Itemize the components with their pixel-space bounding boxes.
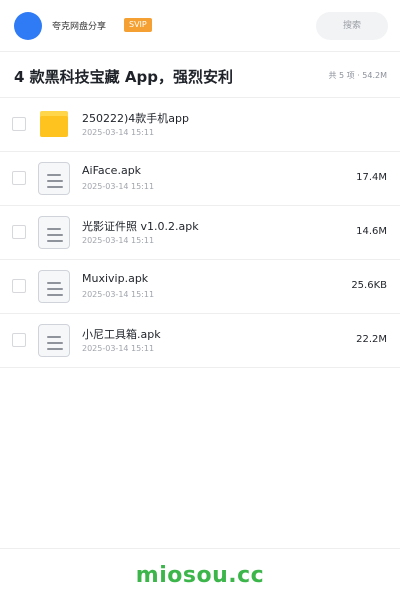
- file-size: 14.6M: [356, 226, 387, 237]
- footer: miosou.cc: [0, 548, 400, 600]
- file-date: 2025-03-14 15:11: [82, 128, 155, 137]
- file-size: 17.4M: [356, 172, 387, 183]
- file-name: 小尼工具箱.apk: [82, 328, 161, 341]
- page-title: 4 款黑科技宝藏 App，强烈安利: [14, 68, 233, 86]
- file-icon: [38, 216, 70, 249]
- file-size: 22.2M: [356, 334, 387, 345]
- list-item[interactable]: 250222)4款手机app 2025-03-14 15:11: [0, 98, 400, 152]
- list-item[interactable]: AiFace.apk 2025-03-14 15:11 17.4M: [0, 152, 400, 206]
- search-input[interactable]: 搜索: [316, 12, 388, 40]
- user-name: 夸克网盘分享: [52, 22, 107, 32]
- list-item[interactable]: 小尼工具箱.apk 2025-03-14 15:11 22.2M: [0, 314, 400, 368]
- file-name: 光影证件照 v1.0.2.apk: [82, 220, 199, 233]
- file-name: Muxivip.apk: [82, 272, 149, 285]
- avatar[interactable]: [14, 12, 42, 40]
- folder-icon: [40, 111, 68, 137]
- top-bar: 夸克网盘分享 SVIP 搜索: [0, 0, 400, 52]
- file-size: 25.6KB: [351, 280, 387, 291]
- file-icon: [38, 270, 70, 303]
- file-date: 2025-03-14 15:11: [82, 290, 155, 299]
- file-summary: 共 5 项 · 54.2M: [328, 71, 387, 80]
- file-date: 2025-03-14 15:11: [82, 236, 155, 245]
- file-icon: [38, 324, 70, 357]
- file-date: 2025-03-14 15:11: [82, 182, 155, 191]
- file-icon: [38, 162, 70, 195]
- file-name: AiFace.apk: [82, 164, 142, 177]
- list-item[interactable]: Muxivip.apk 2025-03-14 15:11 25.6KB: [0, 260, 400, 314]
- share-title-bar: 4 款黑科技宝藏 App，强烈安利 共 5 项 · 54.2M: [0, 52, 400, 98]
- file-date: 2025-03-14 15:11: [82, 344, 155, 353]
- file-name: 250222)4款手机app: [82, 112, 189, 125]
- checkbox[interactable]: [12, 279, 26, 293]
- checkbox[interactable]: [12, 117, 26, 131]
- list-item[interactable]: 光影证件照 v1.0.2.apk 2025-03-14 15:11 14.6M: [0, 206, 400, 260]
- checkbox[interactable]: [12, 171, 26, 185]
- checkbox[interactable]: [12, 333, 26, 347]
- watermark: miosou.cc: [135, 563, 265, 588]
- svip-badge: SVIP: [124, 18, 152, 32]
- checkbox[interactable]: [12, 225, 26, 239]
